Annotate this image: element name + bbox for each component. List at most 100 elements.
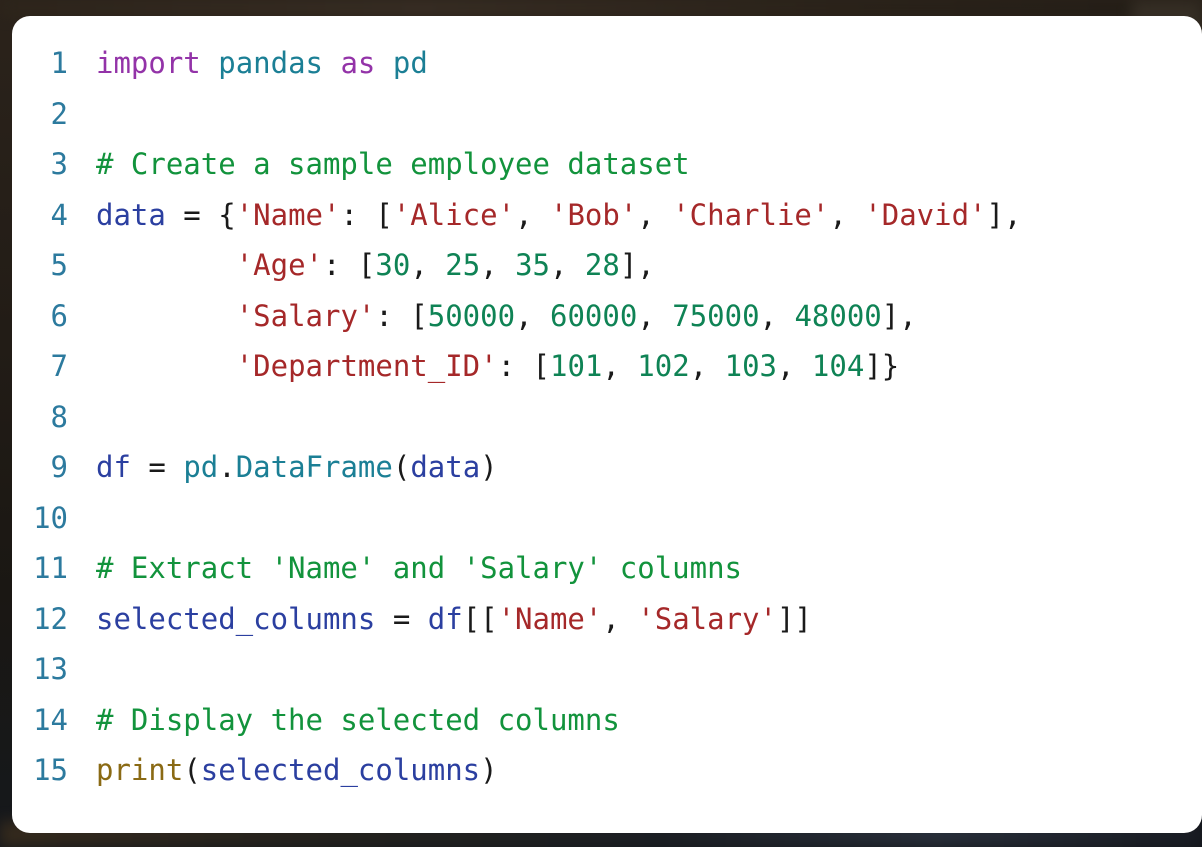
code-token: .: [218, 450, 236, 484]
line-number: 9: [50, 450, 68, 484]
code-token: 'David': [864, 197, 987, 232]
code-token: =: [375, 601, 428, 636]
code-token: 104: [811, 349, 865, 383]
line-number: 1: [50, 46, 68, 80]
code-token: : [: [375, 298, 428, 333]
code-line-text[interactable]: # Display the selected columns: [96, 703, 620, 737]
code-token: 'Department_ID': [235, 349, 498, 383]
code-line[interactable]: 4 data = {'Name': ['Alice', 'Bob', 'Charl…: [12, 190, 1202, 241]
line-number: 7: [50, 349, 68, 383]
code-token: 75000: [672, 298, 760, 333]
code-token: ,: [637, 197, 673, 232]
code-token: : [: [497, 349, 550, 383]
code-line[interactable]: 10: [12, 493, 1202, 544]
line-number: 13: [33, 652, 68, 686]
line-number: 15: [33, 753, 68, 787]
code-line-text[interactable]: selected_columns = df[['Name', 'Salary']…: [96, 602, 812, 636]
code-token: print: [96, 753, 184, 787]
code-token: ,: [689, 349, 725, 383]
line-number: 11: [33, 551, 68, 585]
line-number: 4: [50, 197, 68, 232]
code-line-text[interactable]: df = pd.DataFrame(data): [96, 450, 498, 484]
code-line-text[interactable]: 'Department_ID': [101, 102, 103, 104]}: [96, 349, 900, 383]
line-number: 6: [50, 298, 68, 333]
code-token: # Extract 'Name' and 'Salary' columns: [96, 551, 743, 585]
line-number: 10: [33, 500, 68, 535]
code-token: ,: [550, 248, 585, 282]
line-number: 5: [50, 248, 68, 282]
code-token: ]}: [864, 349, 900, 383]
code-token: 102: [637, 349, 690, 383]
code-token: 'Charlie': [672, 197, 830, 232]
line-number: 12: [33, 601, 68, 636]
code-token: ,: [829, 197, 865, 232]
code-token: as: [340, 46, 376, 80]
code-token: ,: [602, 601, 638, 636]
code-token: ,: [515, 197, 550, 232]
code-line[interactable]: 15 print(selected_columns): [12, 745, 1202, 796]
code-token: 101: [549, 349, 603, 383]
code-line[interactable]: 12 selected_columns = df[['Name', 'Salary…: [12, 594, 1202, 645]
code-token: 'Name': [235, 197, 341, 232]
code-token: (: [392, 450, 411, 484]
code-line-text[interactable]: # Extract 'Name' and 'Salary' columns: [96, 551, 742, 585]
code-line[interactable]: 5 'Age': [30, 25, 35, 28],: [12, 240, 1202, 291]
code-line-text[interactable]: data = {'Name': ['Alice', 'Bob', 'Charli…: [96, 198, 1021, 232]
code-token: ,: [777, 349, 812, 383]
code-line-text[interactable]: print(selected_columns): [96, 753, 498, 787]
code-token: 25: [445, 248, 481, 282]
code-token: pd: [392, 46, 428, 80]
code-token: ,: [637, 298, 673, 333]
code-token: # Display the selected columns: [96, 702, 620, 737]
code-token: 50000: [427, 298, 516, 333]
code-token: 30: [375, 248, 411, 282]
code-line[interactable]: 3 # Create a sample employee dataset: [12, 139, 1202, 190]
code-token: 103: [724, 349, 777, 383]
code-line[interactable]: 7 'Department_ID': [101, 102, 103, 104]}: [12, 341, 1202, 392]
code-token: selected_columns: [200, 753, 481, 787]
code-token: 'Bob': [549, 197, 638, 232]
code-line-text[interactable]: import pandas as pd: [96, 46, 428, 80]
code-token: = {: [165, 197, 236, 232]
code-line[interactable]: 11 # Extract 'Name' and 'Salary' columns: [12, 543, 1202, 594]
code-token: ]]: [776, 601, 812, 636]
code-token: ],: [619, 248, 655, 282]
line-number: 14: [33, 702, 68, 737]
code-token: ,: [759, 298, 795, 333]
code-editor-lines[interactable]: 1 import pandas as pd 2 3 # Create a sample …: [12, 38, 1202, 796]
code-token: selected_columns: [96, 601, 376, 636]
code-token: 28: [584, 248, 620, 282]
code-token: ): [480, 753, 498, 787]
code-token: 'Salary': [235, 298, 376, 333]
code-token: (: [183, 753, 201, 787]
code-token: ,: [602, 349, 638, 383]
code-line-text[interactable]: 'Age': [30, 25, 35, 28],: [96, 248, 655, 282]
code-line[interactable]: 1 import pandas as pd: [12, 38, 1202, 89]
code-line[interactable]: 6 'Salary': [50000, 60000, 75000, 48000]…: [12, 291, 1202, 342]
code-token: ,: [515, 298, 550, 333]
code-line[interactable]: 9 df = pd.DataFrame(data): [12, 442, 1202, 493]
code-token: import: [96, 46, 201, 80]
code-token: ,: [410, 248, 446, 282]
code-line[interactable]: 8: [12, 392, 1202, 443]
code-line-text[interactable]: # Create a sample employee dataset: [96, 147, 690, 181]
code-line[interactable]: 14 # Display the selected columns: [12, 695, 1202, 746]
code-token: pd: [183, 450, 219, 484]
code-token: df: [427, 601, 463, 636]
code-token: ],: [881, 298, 917, 333]
code-line[interactable]: 2: [12, 89, 1202, 140]
code-token: [[: [462, 601, 498, 636]
code-token: ,: [480, 248, 516, 282]
code-line[interactable]: 13: [12, 644, 1202, 695]
code-line-text[interactable]: 'Salary': [50000, 60000, 75000, 48000],: [96, 299, 917, 333]
code-token: 'Alice': [392, 197, 516, 232]
code-token: 60000: [550, 298, 638, 333]
code-token: 48000: [794, 298, 882, 333]
code-token: df: [96, 450, 131, 484]
code-snippet-card: 1 import pandas as pd 2 3 # Create a sample …: [12, 16, 1202, 833]
